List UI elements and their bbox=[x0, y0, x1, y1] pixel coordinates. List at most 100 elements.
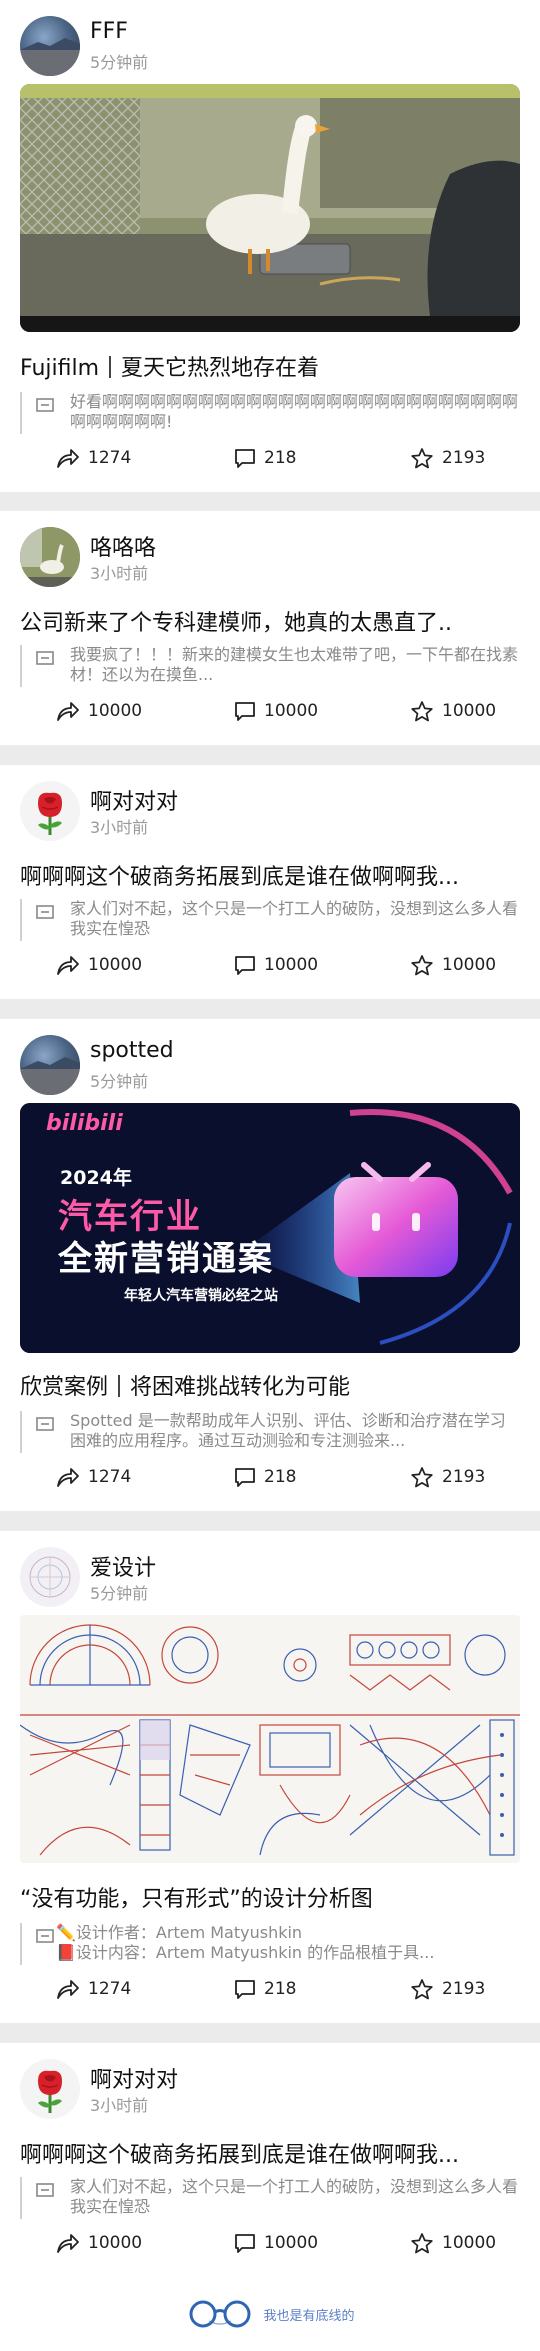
star-button[interactable]: 2193 bbox=[410, 444, 485, 472]
star-button[interactable]: 10000 bbox=[410, 951, 496, 979]
post-time: 5分钟前 bbox=[90, 1584, 149, 1603]
share-button[interactable]: 10000 bbox=[56, 2229, 142, 2257]
post-photo[interactable] bbox=[20, 1615, 520, 1863]
username[interactable]: spotted bbox=[90, 1038, 174, 1063]
comment-icon bbox=[235, 2234, 255, 2253]
goose-photo bbox=[20, 84, 520, 332]
avatar[interactable] bbox=[20, 2059, 80, 2119]
post-title[interactable]: 公司新来了个专科建模师，她真的太愚直了.. bbox=[20, 605, 520, 637]
post-photo[interactable] bbox=[20, 84, 520, 332]
post-time: 5分钟前 bbox=[90, 53, 149, 72]
comment-button[interactable]: 218 bbox=[234, 444, 296, 472]
post-title-tag: 欣赏案例 bbox=[20, 1375, 109, 1400]
comment-button[interactable]: 218 bbox=[234, 1463, 296, 1491]
star-count: 2193 bbox=[442, 448, 486, 468]
design-diagram-image bbox=[20, 1615, 520, 1863]
share-button[interactable]: 1274 bbox=[56, 1463, 131, 1491]
post-card[interactable]: 啊对对对 3小时前 啊啊啊这个破商务拓展到底是谁在做啊啊我... 家人们对不起，… bbox=[0, 765, 540, 999]
avatar[interactable] bbox=[20, 781, 80, 841]
share-count: 1274 bbox=[88, 1979, 132, 1999]
avatar-image bbox=[20, 38, 80, 76]
comment-button[interactable]: 10000 bbox=[234, 2229, 318, 2257]
comment-button[interactable]: 218 bbox=[234, 1975, 296, 2003]
excerpt-text: ✏️设计作者：Artem Matyushkin 📕设计内容：Artem Maty… bbox=[56, 1923, 520, 1963]
username[interactable]: FFF bbox=[90, 19, 128, 44]
share-icon bbox=[57, 702, 79, 721]
banner-tagline: 年轻人汽车营销必经之站 bbox=[124, 1288, 278, 1304]
share-count: 1274 bbox=[88, 1467, 132, 1487]
comment-button[interactable]: 10000 bbox=[234, 951, 318, 979]
share-count: 10000 bbox=[88, 701, 143, 721]
star-count: 10000 bbox=[442, 701, 497, 721]
action-bar: 1274 218 2193 bbox=[0, 444, 540, 472]
star-icon bbox=[411, 1978, 433, 1999]
comment-quote-icon bbox=[36, 651, 54, 665]
share-icon bbox=[57, 1980, 79, 1999]
share-button[interactable]: 10000 bbox=[56, 951, 142, 979]
post-card[interactable]: FFF 5分钟前 Fujifilm 夏天它热烈地存在着 好看啊啊啊啊啊啊啊啊啊啊… bbox=[0, 0, 540, 492]
post-title[interactable]: 欣赏案例 将困难挑战转化为可能 bbox=[20, 1369, 520, 1401]
star-button[interactable]: 2193 bbox=[410, 1975, 485, 2003]
quote-bar bbox=[20, 392, 22, 434]
post-time: 5分钟前 bbox=[90, 1072, 149, 1091]
excerpt-text: 我要疯了！！！新来的建模女生也太难带了吧，一下午都在找素材！还以为在摸鱼... bbox=[70, 645, 519, 684]
post-excerpt[interactable]: 家人们对不起，这个只是一个打工人的破防，没想到这么多人看我实在惶恐 bbox=[20, 899, 520, 941]
post-card[interactable]: 啊对对对 3小时前 啊啊啊这个破商务拓展到底是谁在做啊啊我... 家人们对不起，… bbox=[0, 2043, 540, 2351]
bilibili-logo: bilibili bbox=[46, 1111, 123, 1136]
post-title[interactable]: Fujifilm 夏天它热烈地存在着 bbox=[20, 350, 520, 382]
post-excerpt[interactable]: 好看啊啊啊啊啊啊啊啊啊啊啊啊啊啊啊啊啊啊啊啊啊啊啊啊啊啊啊啊啊啊啊啊! bbox=[20, 392, 520, 434]
share-button[interactable]: 1274 bbox=[56, 444, 131, 472]
star-button[interactable]: 2193 bbox=[410, 1463, 485, 1491]
post-title[interactable]: 啊啊啊这个破商务拓展到底是谁在做啊啊我... bbox=[20, 2137, 520, 2169]
post-time: 3小时前 bbox=[90, 818, 149, 837]
post-excerpt[interactable]: 家人们对不起，这个只是一个打工人的破防，没想到这么多人看我实在惶恐 bbox=[20, 2177, 520, 2219]
avatar-image bbox=[20, 1057, 80, 1095]
star-button[interactable]: 10000 bbox=[410, 697, 496, 725]
post-card[interactable]: spotted 5分钟前 bilibili 2024年 汽车行业 全新营销通案 … bbox=[0, 1019, 540, 1511]
avatar[interactable] bbox=[20, 527, 80, 587]
post-excerpt[interactable]: Spotted 是一款帮助成年人识别、评估、诊断和治疗潜在学习困难的应用程序。通… bbox=[20, 1411, 520, 1453]
post-excerpt[interactable]: ✏️设计作者：Artem Matyushkin 📕设计内容：Artem Maty… bbox=[20, 1923, 520, 1965]
comment-count: 218 bbox=[264, 448, 297, 468]
share-count: 10000 bbox=[88, 2233, 143, 2253]
post-title[interactable]: “没有功能，只有形式”的设计分析图 bbox=[20, 1881, 520, 1913]
username[interactable]: 咯咯咯 bbox=[90, 530, 156, 562]
share-icon bbox=[57, 2234, 79, 2253]
post-title[interactable]: 啊啊啊这个破商务拓展到底是谁在做啊啊我... bbox=[20, 859, 520, 891]
star-count: 2193 bbox=[442, 1979, 486, 1999]
share-button[interactable]: 1274 bbox=[56, 1975, 131, 2003]
post-card[interactable]: 爱设计 5分钟前 “没有功能，只有形式”的设计分析图 ✏️设计作者：Artem … bbox=[0, 1531, 540, 2023]
comment-quote-icon bbox=[36, 2183, 54, 2197]
star-icon bbox=[411, 1466, 433, 1487]
comment-icon bbox=[235, 702, 255, 721]
excerpt-text: 好看啊啊啊啊啊啊啊啊啊啊啊啊啊啊啊啊啊啊啊啊啊啊啊啊啊啊啊啊啊啊啊啊! bbox=[70, 392, 519, 431]
comment-quote-icon bbox=[36, 1929, 54, 1943]
end-of-feed-text: 我也是有底线的 bbox=[263, 2308, 355, 2324]
post-card[interactable]: 咯咯咯 3小时前 公司新来了个专科建模师，她真的太愚直了.. 我要疯了！！！新来… bbox=[0, 511, 540, 745]
comment-quote-icon bbox=[36, 398, 54, 412]
star-button[interactable]: 10000 bbox=[410, 2229, 496, 2257]
quote-bar bbox=[20, 899, 22, 941]
post-title-text: 将困难挑战转化为可能 bbox=[130, 1375, 351, 1400]
post-time: 3小时前 bbox=[90, 2096, 149, 2115]
comment-icon bbox=[235, 449, 255, 468]
comment-count: 10000 bbox=[264, 701, 319, 721]
action-bar: 10000 10000 10000 bbox=[0, 697, 540, 725]
avatar[interactable] bbox=[20, 1547, 80, 1607]
username[interactable]: 啊对对对 bbox=[90, 2062, 178, 2094]
rose-avatar-icon bbox=[38, 2070, 62, 2113]
avatar[interactable] bbox=[20, 1035, 80, 1095]
quote-bar bbox=[20, 2177, 22, 2219]
share-icon bbox=[57, 449, 79, 468]
share-button[interactable]: 10000 bbox=[56, 697, 142, 725]
username[interactable]: 啊对对对 bbox=[90, 784, 178, 816]
avatar[interactable] bbox=[20, 16, 80, 76]
comment-button[interactable]: 10000 bbox=[234, 697, 318, 725]
post-excerpt[interactable]: 我要疯了！！！新来的建模女生也太难带了吧，一下午都在找素材！还以为在摸鱼... bbox=[20, 645, 520, 687]
title-divider bbox=[109, 356, 112, 378]
username[interactable]: 爱设计 bbox=[90, 1550, 156, 1582]
star-count: 2193 bbox=[442, 1467, 486, 1487]
quote-bar bbox=[20, 1923, 22, 1965]
action-bar: 10000 10000 10000 bbox=[0, 951, 540, 979]
post-banner[interactable]: bilibili 2024年 汽车行业 全新营销通案 年轻人汽车营销必经之站 bbox=[20, 1103, 520, 1353]
